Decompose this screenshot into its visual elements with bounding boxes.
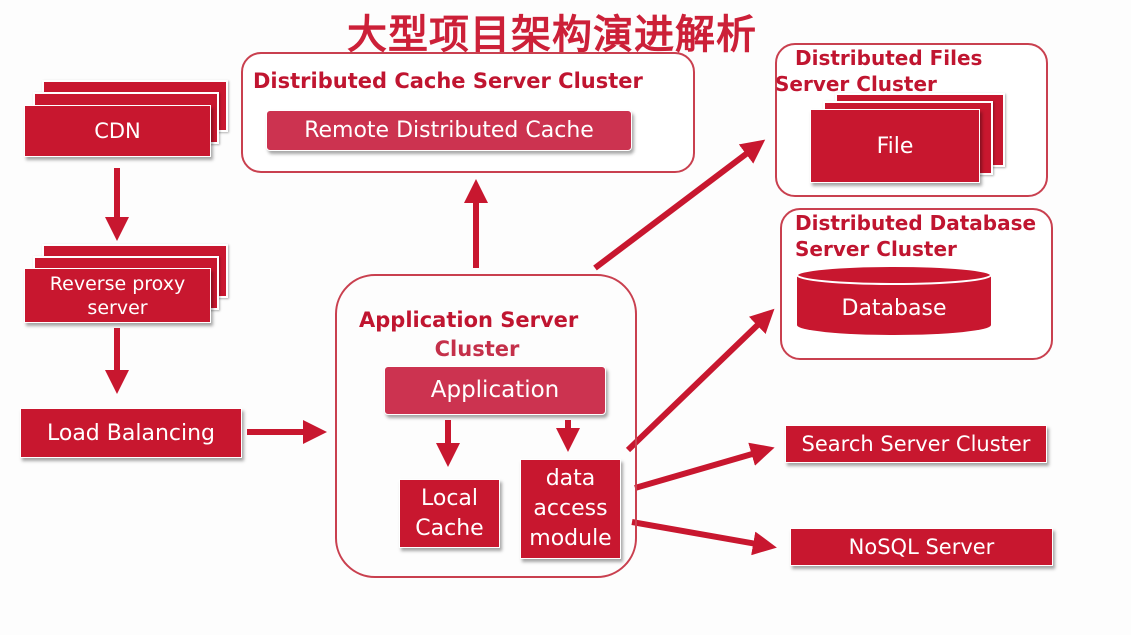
files-cluster: Distributed Files Server Cluster File xyxy=(775,43,1048,197)
arrow-dam-to-db xyxy=(625,308,775,453)
search-cluster-node: Search Server Cluster xyxy=(785,425,1047,463)
app-cluster-title-1: Application Server xyxy=(359,308,579,332)
cache-cluster-title: Distributed Cache Server Cluster xyxy=(253,69,643,93)
files-cluster-title-1: Distributed Files xyxy=(795,46,983,70)
file-node: File xyxy=(810,109,980,183)
arrow-dam-to-nosql xyxy=(631,519,777,556)
db-cluster-title-1: Distributed Database xyxy=(795,211,1037,235)
cdn-node: CDN xyxy=(24,105,211,157)
load-balancing-node: Load Balancing xyxy=(20,408,242,458)
app-cluster-title-2: Cluster xyxy=(434,337,520,361)
database-label: Database xyxy=(841,296,947,321)
reverse-proxy-node: Reverse proxy server xyxy=(24,268,211,323)
cache-cluster: Distributed Cache Server Cluster Remote … xyxy=(241,52,695,173)
db-cluster-title-2: Server Cluster xyxy=(795,237,957,261)
arrow-dam-to-search xyxy=(634,442,775,491)
db-cluster: Distributed Database Server Cluster Data… xyxy=(780,208,1053,360)
remote-cache-node: Remote Distributed Cache xyxy=(266,110,632,151)
local-cache-node: Local Cache xyxy=(399,479,500,548)
application-node: Application xyxy=(384,366,606,415)
data-access-module-node: data access module xyxy=(520,459,621,559)
nosql-node: NoSQL Server xyxy=(790,528,1053,566)
app-cluster: Application Server Cluster Application L… xyxy=(335,274,637,578)
